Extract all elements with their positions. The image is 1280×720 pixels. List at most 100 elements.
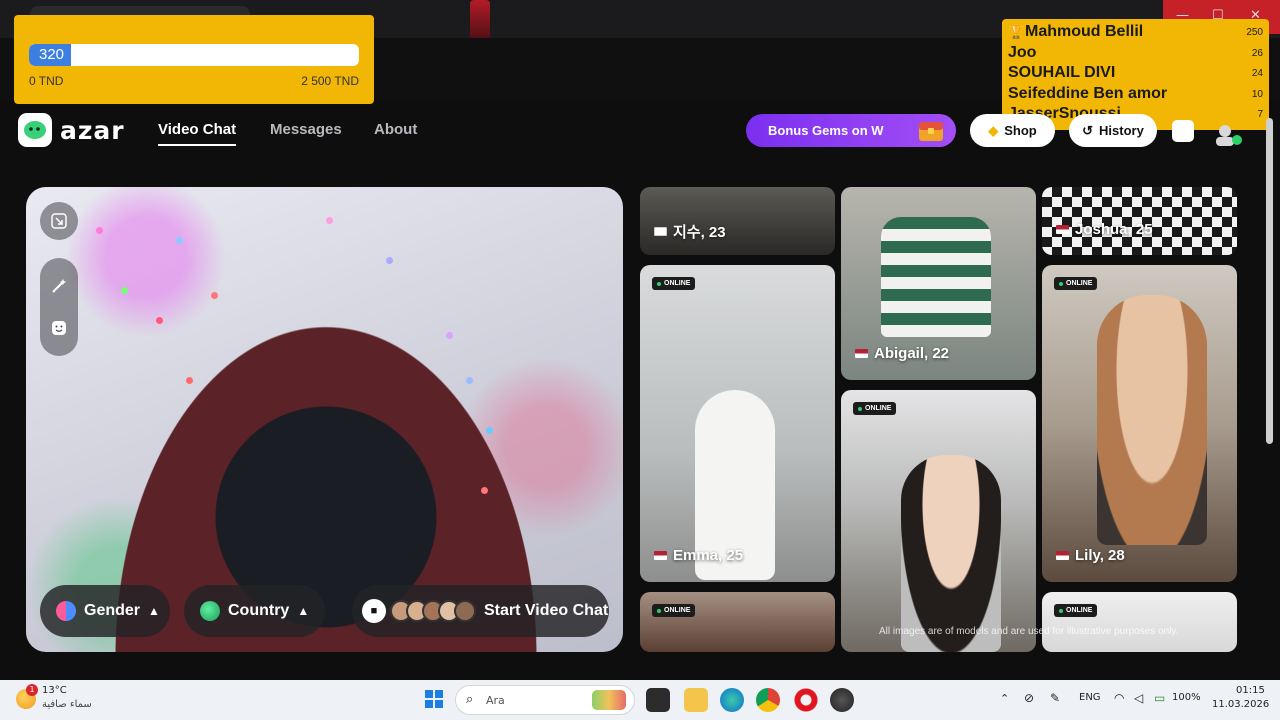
clock-time[interactable]: 01:15 bbox=[1236, 685, 1265, 696]
flag-icon bbox=[1056, 225, 1069, 234]
fairy-light bbox=[386, 257, 393, 264]
donor-name: Seifeddine Ben amor bbox=[1008, 84, 1168, 102]
profile-card[interactable]: Joshua, 25 bbox=[1042, 187, 1237, 255]
language-indicator[interactable]: ENG bbox=[1079, 692, 1101, 703]
goal-max-label: 2 500 TND bbox=[301, 74, 359, 88]
shop-button[interactable]: ◆ Shop bbox=[970, 114, 1055, 147]
profile-card[interactable]: ONLINE bbox=[1042, 592, 1237, 652]
country-filter-button[interactable]: Country ▲ bbox=[184, 585, 325, 637]
profile-label: 지수, 23 bbox=[654, 221, 726, 242]
video-camera-icon: ■ bbox=[362, 599, 386, 623]
battery-percentage: 100% bbox=[1172, 692, 1201, 703]
donor-score: 26 bbox=[1251, 47, 1263, 59]
chevron-up-icon: ▲ bbox=[148, 604, 160, 618]
fullscreen-button[interactable] bbox=[40, 202, 78, 240]
task-view-icon[interactable] bbox=[646, 688, 670, 712]
battery-icon[interactable]: ▭ bbox=[1154, 691, 1165, 705]
profile-photo bbox=[901, 455, 1001, 652]
profile-card[interactable]: 지수, 23 bbox=[640, 187, 835, 255]
screen: — ☐ ✕ 320 0 TND 2 500 TND 🏆Mahmoud Belli… bbox=[0, 0, 1280, 720]
online-badge: ONLINE bbox=[652, 604, 696, 617]
collapse-icon bbox=[51, 213, 67, 229]
gender-icon bbox=[56, 601, 76, 621]
country-label: Country bbox=[228, 602, 290, 619]
shop-label: Shop bbox=[1004, 123, 1037, 138]
profile-card[interactable]: Abigail, 22 bbox=[841, 187, 1036, 380]
profile-label: Abigail, 22 bbox=[855, 345, 949, 362]
disclaimer-text: All images are of models and are used fo… bbox=[879, 626, 1179, 637]
temperature-text: 13°C bbox=[42, 685, 67, 696]
fairy-light bbox=[156, 317, 163, 324]
page-scrollbar[interactable] bbox=[1266, 118, 1273, 444]
profile-label: Lily, 28 bbox=[1056, 547, 1125, 564]
profile-photo bbox=[881, 217, 991, 337]
obs-icon[interactable] bbox=[830, 688, 854, 712]
avatar-stack bbox=[390, 600, 476, 622]
nav-about[interactable]: About bbox=[374, 121, 417, 138]
profile-card[interactable]: ONLINE Lily, 28 bbox=[1042, 265, 1237, 582]
volume-icon[interactable]: ◁ bbox=[1134, 691, 1143, 705]
windows-start-icon[interactable] bbox=[424, 689, 444, 709]
network-off-icon[interactable]: ⊘ bbox=[1024, 691, 1034, 705]
nav-video-chat[interactable]: Video Chat bbox=[158, 121, 237, 146]
azar-logo-icon bbox=[18, 113, 52, 147]
nav-messages[interactable]: Messages bbox=[270, 121, 342, 138]
chevron-up-icon[interactable]: ⌃ bbox=[1000, 692, 1009, 705]
donor-row: Seifeddine Ben amor 10 bbox=[1008, 84, 1263, 105]
azar-logo[interactable]: azar bbox=[18, 113, 125, 147]
profile-label: Emma, 25 bbox=[654, 547, 743, 564]
local-video-preview: Gender ▲ Country ▲ ■ Start Video Chat bbox=[26, 187, 623, 652]
file-explorer-icon[interactable] bbox=[684, 688, 708, 712]
donor-name: 🏆Mahmoud Bellil bbox=[1008, 23, 1144, 40]
search-highlight-icon bbox=[592, 690, 626, 710]
gender-filter-button[interactable]: Gender ▲ bbox=[40, 585, 170, 637]
fairy-light bbox=[326, 217, 333, 224]
chrome-icon[interactable] bbox=[756, 688, 780, 712]
fairy-light bbox=[211, 292, 218, 299]
bonus-gems-label: Bonus Gems on W bbox=[768, 123, 884, 138]
donor-score: 250 bbox=[1246, 27, 1263, 38]
flag-icon bbox=[654, 227, 667, 236]
online-badge: ONLINE bbox=[1054, 604, 1098, 617]
pen-icon[interactable]: ✎ bbox=[1050, 691, 1060, 705]
flag-icon bbox=[855, 349, 868, 358]
clock-date[interactable]: 11.03.2026 bbox=[1212, 699, 1269, 710]
windows-taskbar: 1 13°C سماء صافية ⌕ Ara ⌃ ⊘ ✎ ENG ◠ ◁ ▭ … bbox=[0, 680, 1280, 720]
flag-icon bbox=[1056, 551, 1069, 560]
notification-button[interactable] bbox=[1172, 120, 1194, 142]
face-filter-icon[interactable] bbox=[51, 320, 67, 336]
opera-icon[interactable] bbox=[794, 688, 818, 712]
bonus-gems-button[interactable]: Bonus Gems on W bbox=[746, 114, 956, 147]
wifi-icon[interactable]: ◠ bbox=[1114, 691, 1124, 705]
online-badge: ONLINE bbox=[853, 402, 897, 415]
profile-card[interactable]: ONLINE bbox=[841, 390, 1036, 652]
fairy-light bbox=[186, 377, 193, 384]
history-button[interactable]: ↺ History bbox=[1069, 114, 1157, 147]
fairy-light bbox=[176, 237, 183, 244]
fairy-light bbox=[481, 487, 488, 494]
logo-text: azar bbox=[60, 115, 125, 145]
taskbar-search-box[interactable]: ⌕ Ara bbox=[455, 685, 635, 715]
magic-wand-icon[interactable] bbox=[51, 278, 67, 294]
fairy-light bbox=[466, 377, 473, 384]
donor-score: 24 bbox=[1251, 68, 1263, 79]
gem-icon: ◆ bbox=[988, 122, 999, 138]
start-video-chat-button[interactable]: ■ Start Video Chat bbox=[352, 585, 609, 637]
avatar bbox=[454, 600, 476, 622]
trophy-icon: 🏆 bbox=[1008, 24, 1025, 39]
effects-toolbar bbox=[40, 258, 78, 356]
profile-card[interactable]: ONLINE Emma, 25 bbox=[640, 265, 835, 582]
profile-icon[interactable] bbox=[1213, 122, 1243, 148]
online-badge: ONLINE bbox=[652, 277, 696, 290]
profile-card[interactable]: ONLINE bbox=[640, 592, 835, 652]
chevron-up-icon: ▲ bbox=[297, 604, 310, 618]
flag-icon bbox=[654, 551, 667, 560]
edge-icon[interactable] bbox=[720, 688, 744, 712]
gender-label: Gender bbox=[84, 602, 141, 619]
history-icon: ↺ bbox=[1082, 122, 1094, 138]
donor-name: SOUHAIL DIVI bbox=[1008, 64, 1116, 81]
goal-progress-track: 320 bbox=[29, 44, 359, 66]
fairy-light bbox=[121, 287, 128, 294]
weather-text: سماء صافية bbox=[42, 699, 92, 710]
search-placeholder: Ara bbox=[486, 694, 505, 707]
